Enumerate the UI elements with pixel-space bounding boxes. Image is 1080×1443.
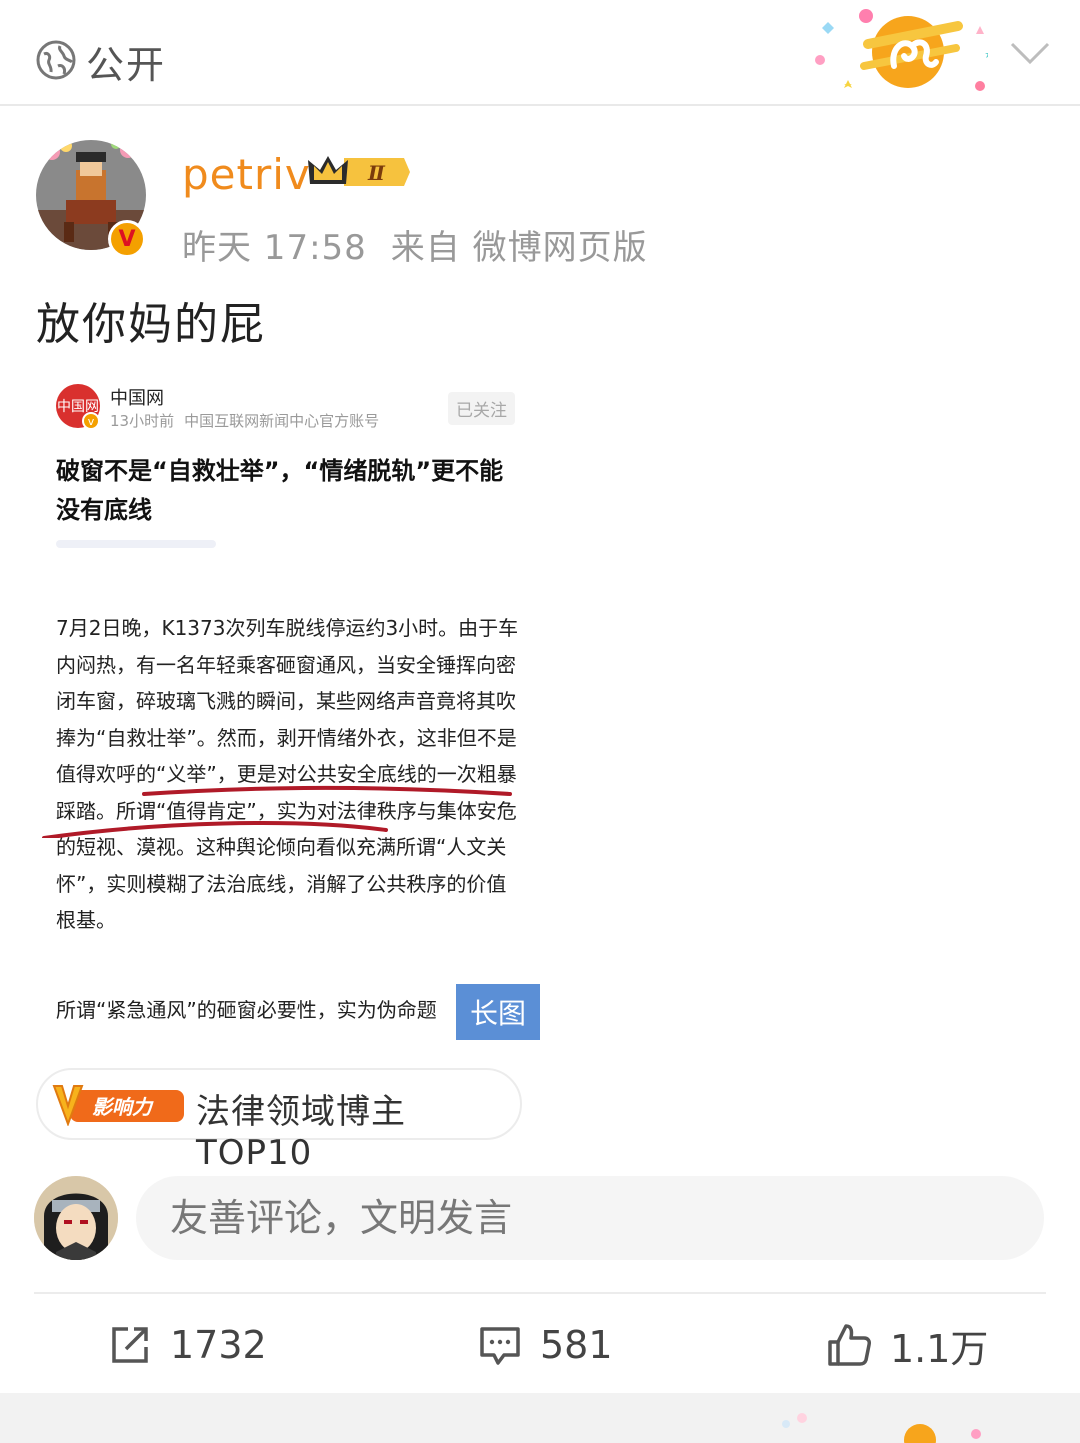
verified-badge: V <box>108 220 146 258</box>
source-meta: 13小时前 中国互联网新闻中心官方账号 <box>110 410 389 431</box>
shared-article-image[interactable]: 中国网 v 中国网 13小时前 中国互联网新闻中心官方账号 已关注 破窗不是“自救… <box>36 368 540 1040</box>
source-verified-icon: v <box>82 412 100 430</box>
sparkle-decoration-icon <box>782 1413 981 1443</box>
follow-status: 已关注 <box>448 392 515 425</box>
repost-button[interactable]: 1732 <box>108 1310 267 1380</box>
influence-badge-icon: 影响力 <box>52 1085 184 1126</box>
comment-count: 581 <box>540 1323 613 1367</box>
repost-count: 1732 <box>170 1323 267 1367</box>
post-time: 昨天 17:58 <box>182 228 367 268</box>
visibility-indicator[interactable]: 公开 <box>36 34 166 89</box>
influence-tag[interactable]: 影响力 法律领域博主TOP10 <box>36 1068 522 1173</box>
like-count: 1.1万 <box>890 1326 989 1371</box>
post-meta: 昨天 17:58 来自 微博网页版 <box>182 220 672 269</box>
source-time: 13小时前 <box>110 412 175 430</box>
thumbs-up-icon <box>828 1324 871 1366</box>
comment-button[interactable]: 581 <box>478 1310 613 1380</box>
globe-icon <box>36 40 76 84</box>
comment-input[interactable] <box>136 1176 1044 1260</box>
member-crown-icon[interactable]: Ⅱ <box>306 154 410 190</box>
divider <box>56 540 216 548</box>
author-name[interactable]: petriv <box>182 150 311 199</box>
comment-icon <box>480 1327 520 1365</box>
current-user-avatar[interactable] <box>34 1176 118 1260</box>
post-text: 放你妈的屁 <box>36 299 266 350</box>
chevron-down-icon[interactable] <box>1008 38 1052 72</box>
repost-icon <box>112 1327 148 1363</box>
level-badge: Ⅱ <box>367 161 386 185</box>
source-name: 中国网 <box>110 388 164 409</box>
top-bar: 公开 <box>0 0 1080 106</box>
post-source: 来自 微博网页版 <box>390 228 648 268</box>
leo-zodiac-decoration-icon <box>815 9 988 91</box>
action-bar: 1732 581 1.1万 <box>0 1310 1080 1380</box>
article-headline: 破窗不是“自救壮举”，“情绪脱轨”更不能没有底线 <box>56 457 504 524</box>
divider <box>34 1292 1046 1294</box>
source-desc: 中国互联网新闻中心官方账号 <box>184 412 380 430</box>
influence-label: 法律领域博主TOP10 <box>196 1092 406 1173</box>
author-header: V petriv Ⅱ 昨天 17:58 来自 微博网页版 <box>36 130 1036 270</box>
long-image-tag[interactable]: 长图 <box>456 984 540 1040</box>
like-button[interactable]: 1.1万 <box>826 1310 988 1380</box>
influence-badge-text: 影响力 <box>92 1095 154 1119</box>
visibility-label: 公开 <box>86 43 167 87</box>
handwritten-underline <box>42 785 512 838</box>
